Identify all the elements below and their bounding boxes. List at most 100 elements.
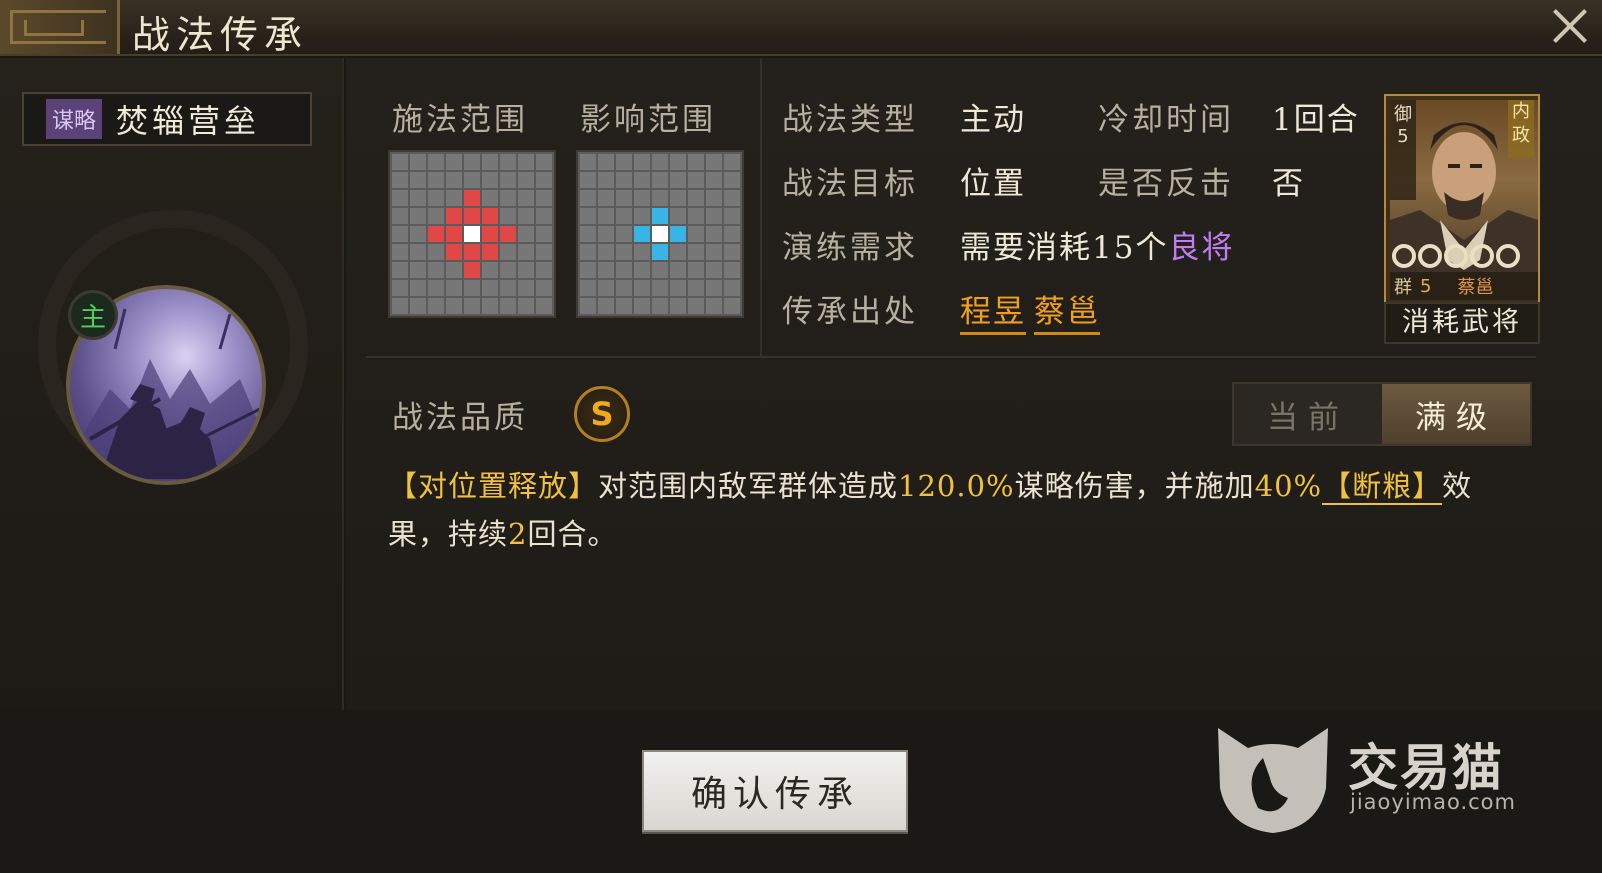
grid-cell bbox=[598, 280, 614, 296]
grid-cell bbox=[482, 298, 498, 314]
cat-logo-icon bbox=[1218, 728, 1328, 833]
grid-cell bbox=[518, 172, 534, 188]
grid-cell bbox=[670, 172, 686, 188]
grid-cell bbox=[634, 172, 650, 188]
max-level-tab[interactable]: 满级 bbox=[1382, 384, 1530, 444]
grid-cell bbox=[724, 226, 740, 242]
grid-cell bbox=[464, 226, 480, 242]
grid-cell bbox=[410, 262, 426, 278]
grid-cell bbox=[446, 262, 462, 278]
grid-cell bbox=[392, 208, 408, 224]
grid-cell bbox=[706, 208, 722, 224]
star-icon bbox=[1418, 244, 1442, 268]
grid-cell bbox=[536, 190, 552, 206]
grid-cell bbox=[706, 262, 722, 278]
grid-cell bbox=[428, 172, 444, 188]
star-icon bbox=[1496, 244, 1520, 268]
hero-name: 蔡邕 bbox=[1457, 277, 1494, 298]
grid-cell bbox=[670, 190, 686, 206]
grid-cell bbox=[670, 280, 686, 296]
close-icon[interactable] bbox=[1548, 4, 1592, 48]
grid-cell bbox=[392, 154, 408, 170]
grid-cell bbox=[428, 244, 444, 260]
skill-quality-label: 战法品质 bbox=[392, 400, 528, 436]
grid-cell bbox=[616, 190, 632, 206]
grid-cell bbox=[464, 190, 480, 206]
grid-cell bbox=[706, 190, 722, 206]
effect-range-grid bbox=[576, 150, 744, 318]
drill-requirement-quality: 良将 bbox=[1168, 230, 1235, 266]
grid-cell bbox=[446, 190, 462, 206]
skill-target-label: 战法目标 bbox=[782, 166, 918, 202]
grid-cell bbox=[392, 226, 408, 242]
confirm-inherit-button[interactable]: 确认传承 bbox=[642, 750, 908, 832]
grid-cell bbox=[500, 190, 516, 206]
grid-cell bbox=[518, 280, 534, 296]
grid-cell bbox=[634, 262, 650, 278]
star-icon bbox=[1392, 244, 1416, 268]
origin-label: 传承出处 bbox=[782, 294, 918, 330]
current-level-tab[interactable]: 当前 bbox=[1234, 384, 1382, 444]
grid-cell bbox=[518, 208, 534, 224]
grid-cell bbox=[536, 244, 552, 260]
grid-cell bbox=[724, 172, 740, 188]
desc-status-link[interactable]: 【断粮】 bbox=[1322, 469, 1443, 505]
grid-cell bbox=[482, 154, 498, 170]
grid-cell bbox=[580, 280, 596, 296]
hero-faction: 群 bbox=[1394, 277, 1412, 298]
cast-range-grid bbox=[388, 150, 556, 318]
grid-cell bbox=[652, 226, 668, 242]
desc-release-tag: 【对位置释放】 bbox=[388, 469, 599, 503]
grid-cell bbox=[616, 244, 632, 260]
grid-cell bbox=[410, 298, 426, 314]
grid-cell bbox=[724, 244, 740, 260]
grid-cell bbox=[500, 172, 516, 188]
grid-cell bbox=[616, 226, 632, 242]
grid-cell bbox=[464, 298, 480, 314]
desc-text: 回合。 bbox=[527, 517, 618, 551]
cooldown-label: 冷却时间 bbox=[1098, 102, 1234, 138]
grid-cell bbox=[428, 154, 444, 170]
grid-cell bbox=[616, 280, 632, 296]
grid-cell bbox=[616, 298, 632, 314]
grid-cell bbox=[536, 298, 552, 314]
desc-text: 谋略伤害，并施加 bbox=[1014, 469, 1255, 503]
desc-chance: 40% bbox=[1254, 469, 1323, 503]
origin-hero-link[interactable]: 程昱 bbox=[960, 294, 1026, 335]
grid-cell bbox=[500, 244, 516, 260]
watermark-url: jiaoyimao.com bbox=[1350, 790, 1516, 814]
horizontal-divider bbox=[366, 356, 1536, 358]
drill-requirement-text: 需要消耗15个 bbox=[960, 230, 1169, 266]
consume-hero-label: 消耗武将 bbox=[1384, 302, 1540, 344]
hero-level: 5 bbox=[1420, 275, 1432, 297]
grid-cell bbox=[688, 208, 704, 224]
grid-cell bbox=[652, 208, 668, 224]
grid-cell bbox=[464, 262, 480, 278]
grid-cell bbox=[688, 190, 704, 206]
grid-cell bbox=[706, 154, 722, 170]
grid-cell bbox=[616, 262, 632, 278]
grid-cell bbox=[482, 280, 498, 296]
grid-cell bbox=[518, 244, 534, 260]
grid-cell bbox=[706, 172, 722, 188]
main-skill-badge: 主 bbox=[68, 290, 118, 340]
grid-cell bbox=[670, 262, 686, 278]
grid-cell bbox=[688, 244, 704, 260]
star-icon bbox=[1470, 244, 1494, 268]
grid-cell bbox=[500, 262, 516, 278]
grid-cell bbox=[598, 172, 614, 188]
effect-range-label: 影响范围 bbox=[580, 102, 716, 138]
grid-cell bbox=[392, 298, 408, 314]
origin-heroes: 程昱 蔡邕 bbox=[960, 286, 1108, 335]
desc-damage-rate: 120.0% bbox=[898, 469, 1015, 503]
origin-hero-link[interactable]: 蔡邕 bbox=[1034, 294, 1100, 335]
grid-cell bbox=[518, 226, 534, 242]
grid-cell bbox=[428, 280, 444, 296]
grid-cell bbox=[446, 298, 462, 314]
grid-cell bbox=[580, 262, 596, 278]
grid-cell bbox=[652, 298, 668, 314]
grid-cell bbox=[482, 190, 498, 206]
grid-cell bbox=[670, 226, 686, 242]
grid-cell bbox=[598, 226, 614, 242]
grid-cell bbox=[688, 298, 704, 314]
